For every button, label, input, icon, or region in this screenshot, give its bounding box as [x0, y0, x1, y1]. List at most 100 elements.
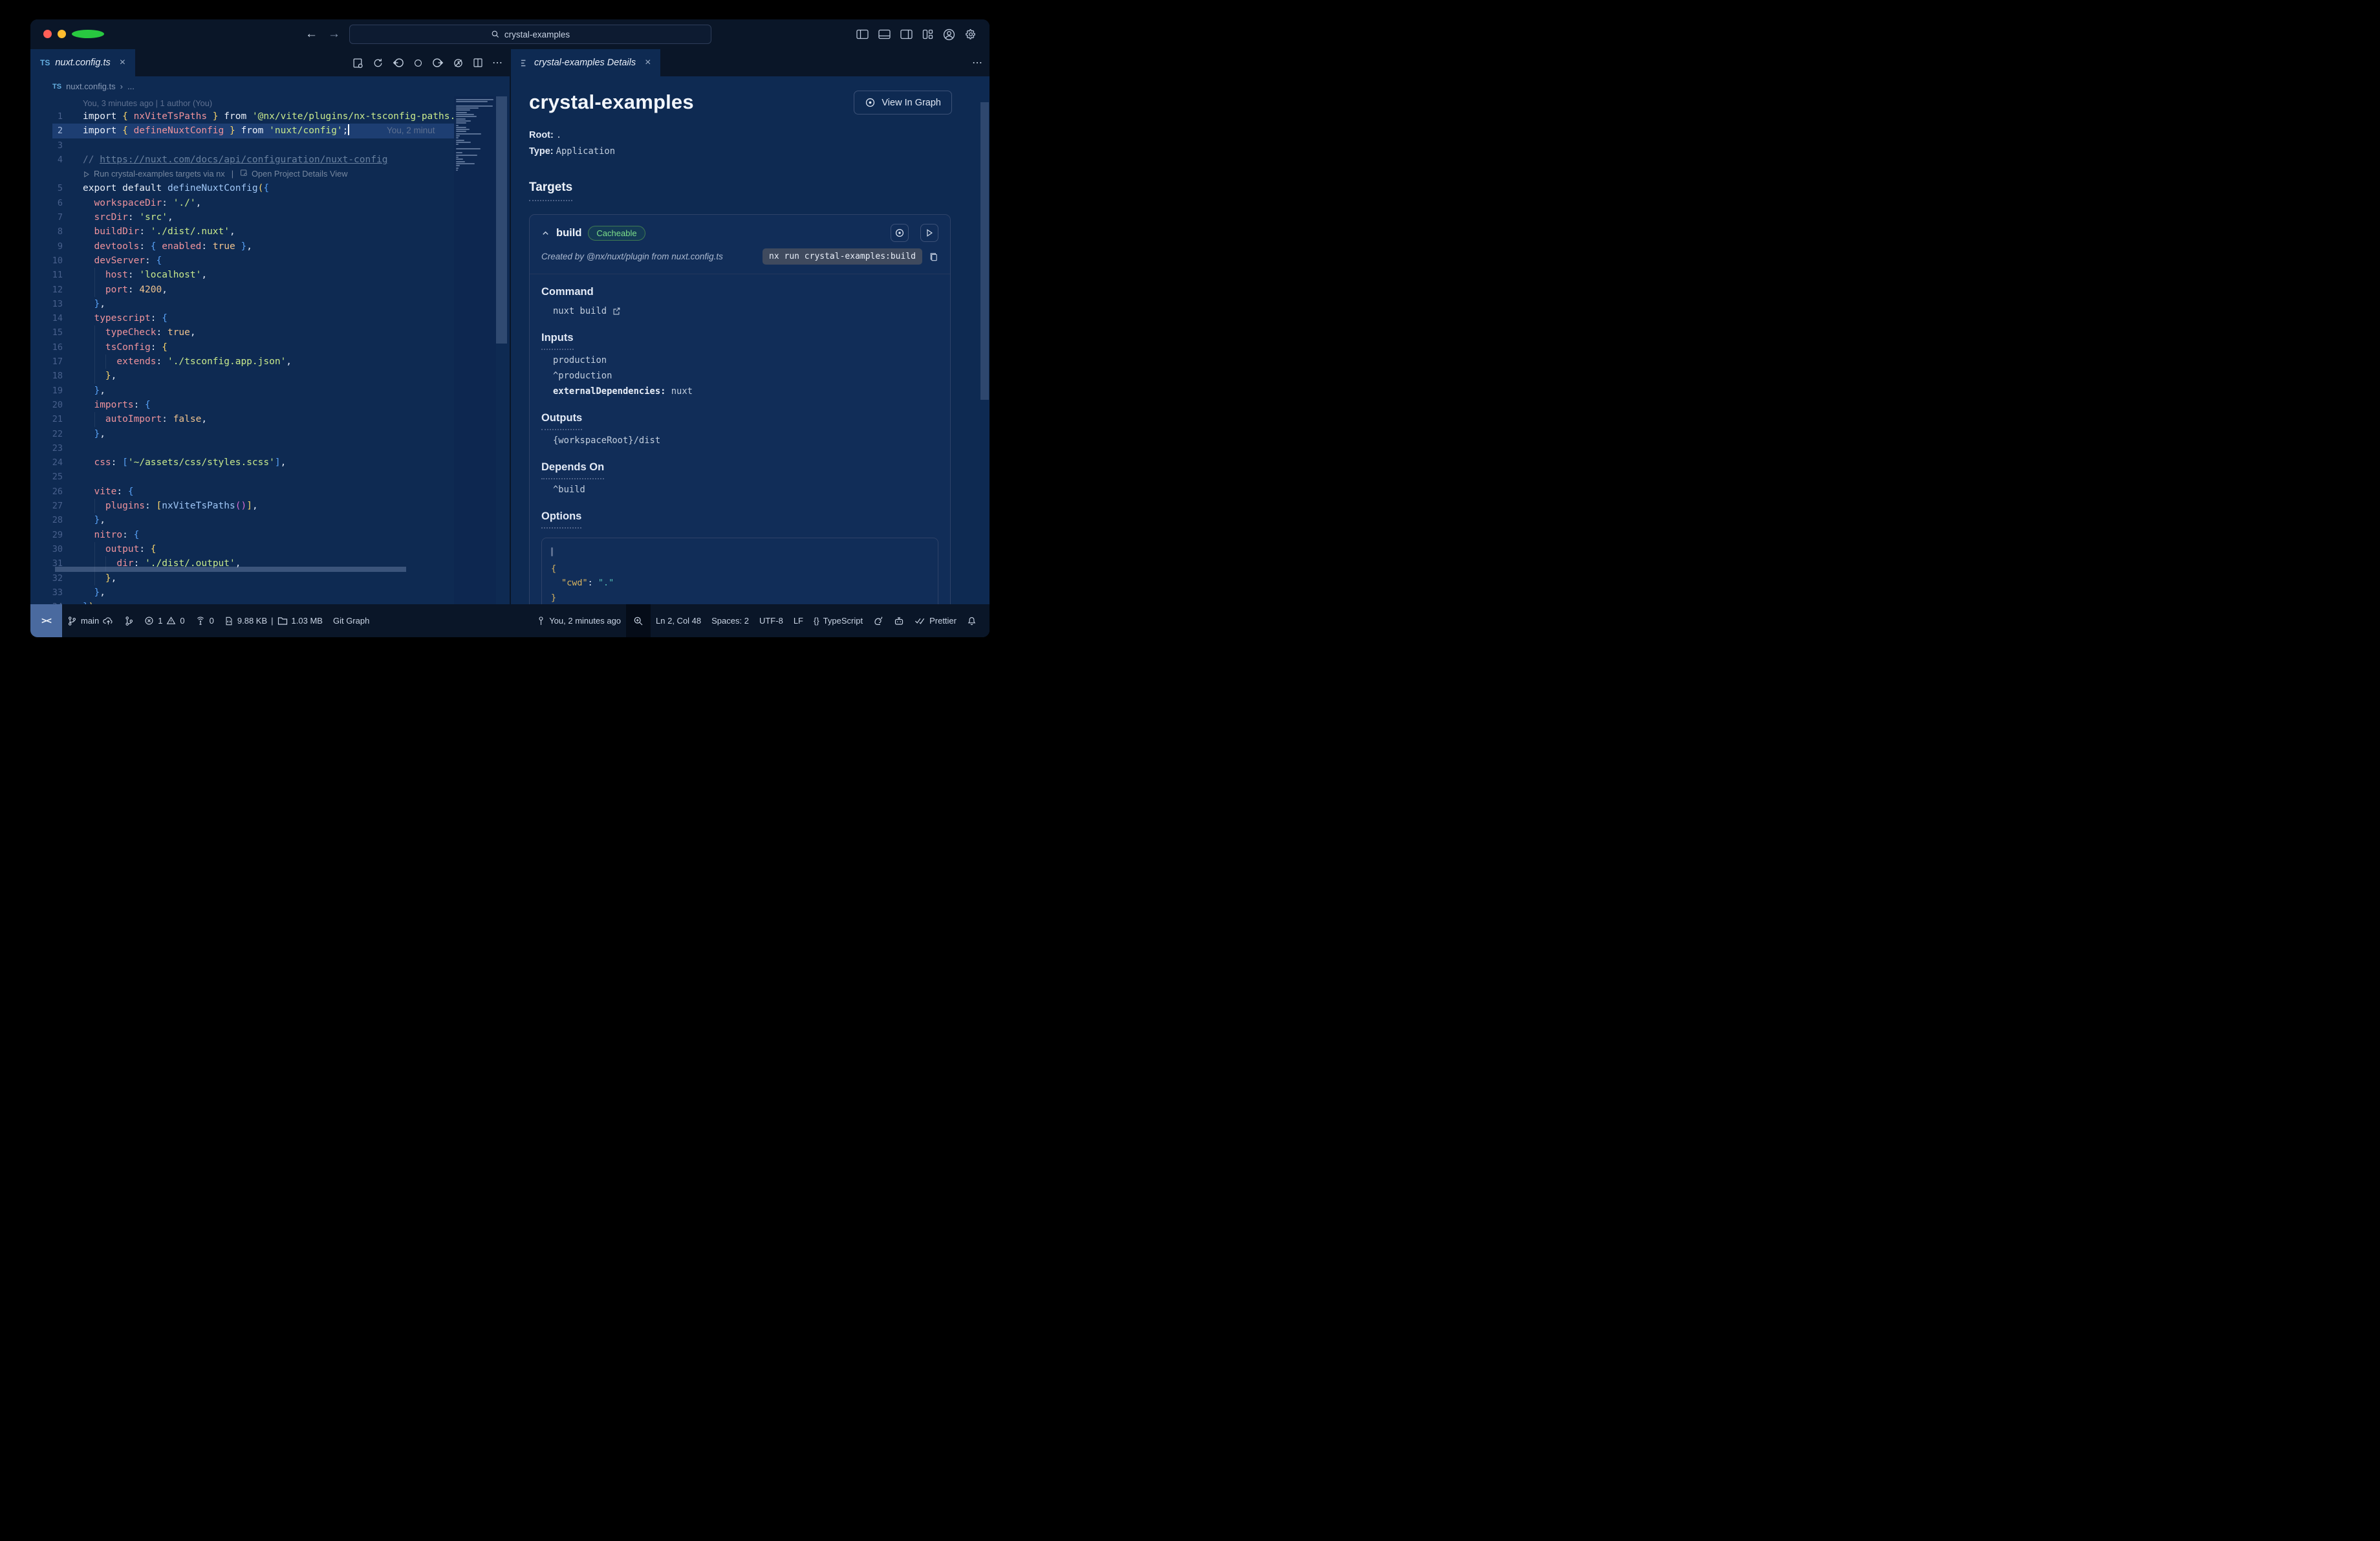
view-in-graph-button[interactable]: View In Graph: [854, 91, 952, 115]
language-mode-item[interactable]: {} TypeScript: [808, 604, 868, 637]
notifications-item[interactable]: [962, 604, 982, 637]
ports-item[interactable]: 0: [190, 604, 219, 637]
next-change-icon[interactable]: [432, 57, 444, 69]
forward-button[interactable]: →: [328, 27, 340, 41]
open-changes-icon[interactable]: [352, 58, 363, 69]
code-line[interactable]: 10 devServer: {: [30, 254, 454, 268]
code-line[interactable]: 8 buildDir: './dist/.nuxt',: [30, 224, 454, 239]
tab-project-details[interactable]: crystal-examples Details ×: [511, 49, 661, 76]
chevron-up-icon[interactable]: [541, 229, 550, 237]
output-item: {workspaceRoot}/dist: [553, 435, 661, 446]
code-line[interactable]: 30 output: {: [30, 541, 454, 557]
code-line[interactable]: 26 vite: {: [30, 485, 454, 499]
close-icon[interactable]: ×: [645, 57, 651, 69]
settings-gear-icon[interactable]: [965, 28, 977, 40]
code-line[interactable]: 28 },: [30, 513, 454, 527]
code-line[interactable]: 4// https://nuxt.com/docs/api/configurat…: [30, 153, 454, 167]
toggle-sidebar-icon[interactable]: [856, 29, 869, 39]
nx-run-command-chip[interactable]: nx run crystal-examples:build: [763, 248, 922, 265]
back-button[interactable]: ←: [305, 27, 318, 41]
copilot-status-item[interactable]: [889, 604, 909, 637]
horizontal-scrollbar[interactable]: [55, 567, 406, 572]
tab-nuxt-config[interactable]: TS nuxt.config.ts ×: [30, 49, 136, 76]
minimap[interactable]: [454, 96, 496, 604]
breadcrumb[interactable]: TS nuxt.config.ts › ...: [30, 76, 510, 96]
zoom-in-icon: [634, 617, 643, 625]
panel-scrollbar[interactable]: [980, 102, 989, 400]
code-editor[interactable]: You, 3 minutes ago | 1 author (You) 1 imp…: [30, 96, 510, 604]
git-graph-status-item[interactable]: [119, 604, 139, 637]
code-line[interactable]: 13 },: [30, 297, 454, 311]
more-actions-icon[interactable]: ⋯: [492, 56, 503, 69]
eol-item[interactable]: LF: [788, 604, 808, 637]
code-line[interactable]: 32 },: [30, 571, 454, 585]
code-line[interactable]: 2 import { defineNuxtConfig } from 'nuxt/…: [30, 124, 454, 138]
extension-status-item[interactable]: [868, 604, 889, 637]
code-line[interactable]: 3: [30, 138, 454, 153]
code-line[interactable]: 12 port: 4200,: [30, 282, 454, 297]
prettier-item[interactable]: Prettier: [909, 604, 962, 637]
code-line[interactable]: 22 },: [30, 427, 454, 441]
code-line[interactable]: 15 typeCheck: true,: [30, 325, 454, 340]
blame-status-item[interactable]: You, 2 minutes ago: [532, 604, 626, 637]
code-line[interactable]: 6 workspaceDir: './',: [30, 196, 454, 210]
code-line[interactable]: 25: [30, 470, 454, 484]
problems-item[interactable]: 1 0: [139, 604, 189, 637]
timeline-icon[interactable]: [453, 58, 464, 69]
breadcrumb-symbol[interactable]: ...: [127, 82, 135, 91]
toggle-panel-icon[interactable]: [878, 29, 891, 39]
code-line[interactable]: 29 nitro: {: [30, 528, 454, 542]
previous-change-icon[interactable]: [393, 57, 404, 69]
indentation-item[interactable]: Spaces: 2: [706, 604, 754, 637]
view-target-button[interactable]: [891, 224, 909, 242]
current-change-icon[interactable]: [413, 58, 423, 68]
customize-layout-icon[interactable]: [922, 29, 933, 39]
codelens-open-link[interactable]: Open Project Details View: [252, 167, 347, 181]
maximize-window-button[interactable]: [72, 30, 104, 38]
zoom-status-item[interactable]: [626, 604, 651, 637]
minimize-window-button[interactable]: [58, 30, 66, 38]
remote-indicator[interactable]: ><: [30, 604, 62, 637]
code-line[interactable]: 34});: [30, 600, 454, 604]
file-size-item[interactable]: 9.88 KB | 1.03 MB: [219, 604, 328, 637]
line-number: 20: [52, 399, 63, 410]
line-number: 16: [52, 342, 63, 353]
refresh-icon[interactable]: [373, 58, 384, 69]
code-line[interactable]: 17 extends: './tsconfig.app.json',: [30, 355, 454, 369]
command-center-search[interactable]: crystal-examples: [349, 25, 711, 44]
code-line[interactable]: 20 imports: {: [30, 398, 454, 412]
run-target-button[interactable]: [920, 224, 938, 242]
copy-icon[interactable]: [929, 252, 938, 262]
code-line[interactable]: 21 autoImport: false,: [30, 412, 454, 427]
cursor-position-item[interactable]: Ln 2, Col 48: [651, 604, 706, 637]
code-line[interactable]: 33 },: [30, 585, 454, 600]
code-line[interactable]: 27 plugins: [nxViteTsPaths()],: [30, 499, 454, 514]
code-line[interactable]: 11 host: 'localhost',: [30, 268, 454, 283]
codelens-row[interactable]: Run crystal-examples targets via nx | Open…: [30, 167, 454, 181]
more-actions-icon[interactable]: ⋯: [972, 56, 983, 69]
code-line[interactable]: 16 tsConfig: {: [30, 340, 454, 355]
close-window-button[interactable]: [43, 30, 52, 38]
codelens-run-link[interactable]: Run crystal-examples targets via nx: [94, 167, 225, 181]
target-name[interactable]: build: [556, 227, 581, 239]
toggle-secondary-sidebar-icon[interactable]: [900, 29, 913, 39]
close-icon[interactable]: ×: [120, 57, 125, 69]
options-json-editor[interactable]: { "cwd": "." }: [541, 538, 938, 604]
split-editor-icon[interactable]: [473, 58, 483, 68]
code-line[interactable]: 7 srcDir: 'src',: [30, 210, 454, 224]
code-line[interactable]: 23: [30, 441, 454, 455]
code-line[interactable]: 1 import { nxViteTsPaths } from '@nx/vite…: [30, 109, 454, 124]
git-branch-item[interactable]: main: [62, 604, 119, 637]
breadcrumb-file[interactable]: nuxt.config.ts: [66, 82, 116, 91]
account-icon[interactable]: [943, 28, 955, 41]
code-line[interactable]: 9 devtools: { enabled: true },: [30, 239, 454, 254]
code-line[interactable]: 18 },: [30, 369, 454, 384]
code-line[interactable]: 24 css: ['~/assets/css/styles.scss'],: [30, 455, 454, 470]
vertical-scrollbar[interactable]: [496, 96, 507, 344]
code-line[interactable]: 5 export default defineNuxtConfig({: [30, 181, 454, 195]
external-link-icon[interactable]: [612, 307, 621, 316]
code-line[interactable]: 14 typescript: {: [30, 311, 454, 325]
git-graph-button[interactable]: Git Graph: [328, 604, 374, 637]
encoding-item[interactable]: UTF-8: [754, 604, 788, 637]
code-line[interactable]: 19 },: [30, 384, 454, 398]
